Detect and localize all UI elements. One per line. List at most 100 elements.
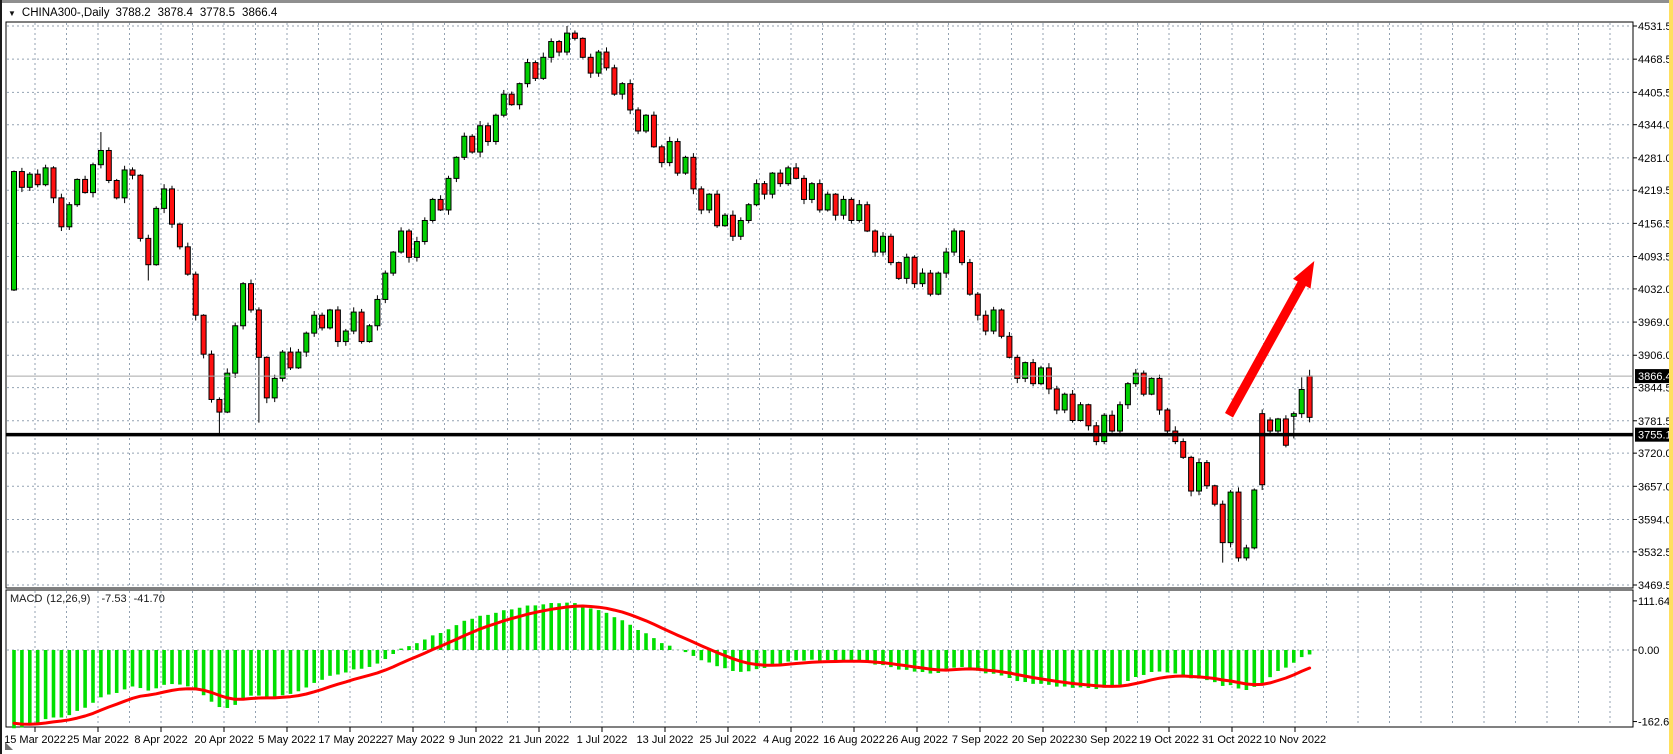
bearish-candle bbox=[170, 189, 175, 224]
bearish-candle bbox=[201, 315, 206, 354]
bearish-candle bbox=[146, 238, 151, 264]
bullish-candle bbox=[596, 52, 601, 73]
bullish-candle bbox=[667, 142, 672, 163]
bearish-candle bbox=[256, 310, 261, 357]
title-close-value: 3866.4 bbox=[242, 7, 277, 19]
date-tick-label: 17 May 2022 bbox=[318, 734, 382, 746]
bullish-candle bbox=[296, 352, 301, 368]
bearish-candle bbox=[509, 94, 514, 105]
bullish-candle bbox=[770, 173, 775, 194]
bearish-candle bbox=[651, 115, 656, 147]
bullish-candle bbox=[399, 231, 404, 252]
bearish-candle bbox=[1307, 376, 1312, 417]
bearish-candle bbox=[557, 42, 562, 53]
bearish-candle bbox=[19, 172, 24, 188]
date-tick-label: 19 Oct 2022 bbox=[1139, 734, 1199, 746]
bearish-candle bbox=[604, 52, 609, 68]
bearish-candle bbox=[1110, 415, 1115, 431]
bearish-candle bbox=[249, 284, 254, 310]
bearish-candle bbox=[185, 247, 190, 274]
bullish-candle bbox=[683, 157, 688, 173]
bullish-candle bbox=[462, 136, 467, 157]
price-axis[interactable]: 4531.54468.54405.54344.04281.04219.54156… bbox=[1633, 21, 1673, 729]
bullish-candle bbox=[723, 215, 728, 226]
chart-canvas[interactable]: 4531.54468.54405.54344.04281.04219.54156… bbox=[2, 0, 1673, 754]
price-tick-label: 3594.0 bbox=[1638, 514, 1672, 526]
date-tick-label: 30 Sep 2022 bbox=[1075, 734, 1137, 746]
bearish-candle bbox=[1260, 414, 1265, 485]
bullish-candle bbox=[272, 378, 277, 397]
bullish-candle bbox=[991, 310, 996, 331]
price-pane[interactable] bbox=[6, 22, 1633, 588]
bearish-candle bbox=[1181, 442, 1186, 458]
bullish-candle bbox=[620, 84, 625, 95]
bullish-candle bbox=[1078, 405, 1083, 421]
bearish-candle bbox=[636, 110, 641, 131]
date-tick-label: 4 Aug 2022 bbox=[763, 734, 819, 746]
bearish-candle bbox=[1086, 405, 1091, 426]
bullish-candle bbox=[517, 84, 522, 105]
macd-signal-value: -41.70 bbox=[134, 593, 165, 605]
bearish-candle bbox=[359, 312, 364, 341]
title-high-value: 3878.4 bbox=[158, 7, 193, 19]
bearish-candle bbox=[1007, 336, 1012, 357]
bearish-candle bbox=[264, 357, 269, 398]
bullish-candle bbox=[343, 331, 348, 342]
bearish-candle bbox=[802, 178, 807, 199]
date-tick-label: 26 Aug 2022 bbox=[886, 734, 948, 746]
current-price-badge-text: 3866.4 bbox=[1638, 371, 1672, 383]
bullish-candle bbox=[312, 315, 317, 333]
time-axis[interactable]: 15 Mar 202225 Mar 20228 Apr 202220 Apr 2… bbox=[4, 727, 1326, 746]
bullish-candle bbox=[881, 236, 886, 252]
bearish-candle bbox=[912, 257, 917, 283]
bullish-candle bbox=[1244, 548, 1249, 558]
price-tick-label: 4219.5 bbox=[1638, 185, 1672, 197]
date-tick-label: 7 Sep 2022 bbox=[952, 734, 1008, 746]
bearish-candle bbox=[1189, 457, 1194, 491]
date-tick-label: 20 Sep 2022 bbox=[1012, 734, 1074, 746]
bearish-candle bbox=[130, 170, 135, 175]
bearish-candle bbox=[699, 189, 704, 210]
support-price-badge-text: 3755.1 bbox=[1638, 430, 1672, 442]
macd-pane[interactable] bbox=[6, 590, 1633, 728]
macd-signal-line bbox=[14, 606, 1310, 724]
title-open-value: 3788.2 bbox=[115, 7, 150, 19]
macd-tick-label: -162.64 bbox=[1638, 717, 1673, 729]
date-tick-label: 20 Apr 2022 bbox=[194, 734, 253, 746]
bullish-candle bbox=[233, 326, 238, 373]
bullish-candle bbox=[122, 170, 127, 198]
date-tick-label: 16 Aug 2022 bbox=[823, 734, 885, 746]
chart-title-bar: ▼ CHINA300-,Daily 3788.2 3878.4 3778.5 3… bbox=[8, 5, 277, 21]
bearish-candle bbox=[106, 150, 111, 180]
bullish-candle bbox=[1062, 394, 1067, 410]
date-tick-label: 5 May 2022 bbox=[258, 734, 315, 746]
price-tick-label: 4281.0 bbox=[1638, 153, 1672, 165]
bullish-candle bbox=[754, 184, 759, 205]
bearish-candle bbox=[833, 194, 838, 215]
bullish-candle bbox=[1276, 419, 1281, 431]
bearish-candle bbox=[794, 168, 799, 179]
bearish-candle bbox=[1015, 357, 1020, 378]
date-tick-label: 13 Jul 2022 bbox=[637, 734, 694, 746]
price-tick-label: 3657.0 bbox=[1638, 481, 1672, 493]
bearish-candle bbox=[960, 231, 965, 263]
bullish-candle bbox=[920, 273, 925, 284]
price-tick-label: 4531.5 bbox=[1638, 21, 1672, 33]
bullish-candle bbox=[786, 168, 791, 184]
bearish-candle bbox=[209, 354, 214, 399]
price-tick-label: 3844.5 bbox=[1638, 383, 1672, 395]
bullish-candle bbox=[565, 33, 570, 52]
bullish-candle bbox=[162, 189, 167, 208]
bearish-candle bbox=[888, 236, 893, 262]
bullish-candle bbox=[241, 284, 246, 326]
bullish-candle bbox=[430, 199, 435, 220]
price-tick-label: 4156.5 bbox=[1638, 218, 1672, 230]
bullish-candle bbox=[280, 352, 285, 378]
candles-layer bbox=[12, 26, 1313, 563]
bearish-candle bbox=[1070, 394, 1075, 420]
date-tick-label: 15 Mar 2022 bbox=[4, 734, 66, 746]
symbol-dropdown-icon[interactable]: ▼ bbox=[8, 9, 16, 18]
bullish-candle bbox=[541, 57, 546, 78]
bearish-candle bbox=[1165, 410, 1170, 431]
bearish-candle bbox=[817, 184, 822, 210]
